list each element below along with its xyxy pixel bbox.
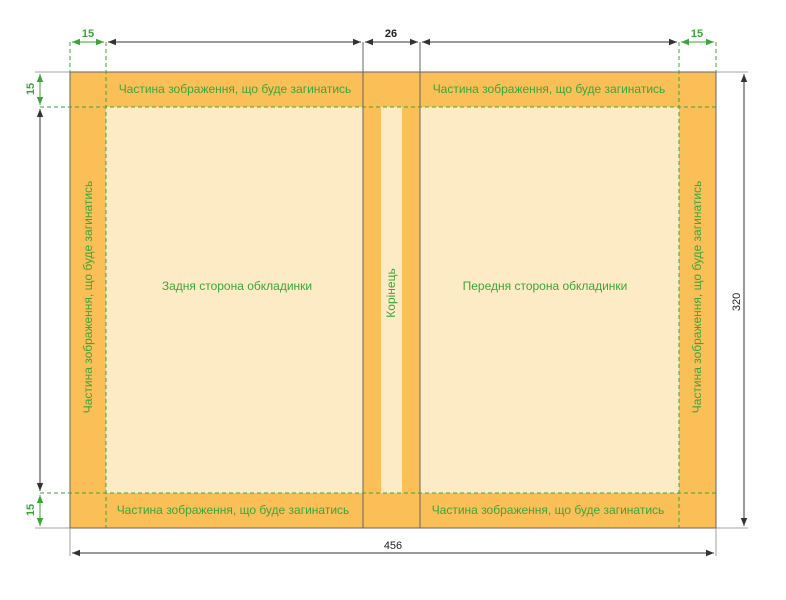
back-cover-label: Задня сторона обкладинки <box>162 279 312 293</box>
spine-label: Корінець <box>384 268 398 317</box>
book-cover-template-diagram: 15 26 15 15 15 456 320 Частина зображенн… <box>25 28 748 557</box>
spine-width-label: 26 <box>385 28 397 40</box>
left-margin-label: 15 <box>82 28 94 40</box>
total-height-label: 320 <box>731 293 743 311</box>
fold-text-bottom-left: Частина зображення, що буде загинатись <box>117 503 350 517</box>
right-margin-label: 15 <box>691 28 703 40</box>
fold-text-left: Частина зображення, що буде загинатись <box>81 181 95 414</box>
bottom-margin-label: 15 <box>25 504 37 516</box>
front-cover-label: Передня сторона обкладинки <box>463 279 628 293</box>
fold-text-bottom-right: Частина зображення, що буде загинатись <box>432 503 665 517</box>
fold-text-top-left: Частина зображення, що буде загинатись <box>119 82 352 96</box>
fold-text-top-right: Частина зображення, що буде загинатись <box>433 82 666 96</box>
back-cover-panel <box>106 107 363 493</box>
front-cover-panel <box>420 107 679 493</box>
total-width-label: 456 <box>384 540 402 552</box>
fold-text-right: Частина зображення, що буде загинатись <box>690 181 704 414</box>
top-margin-label: 15 <box>25 83 37 95</box>
